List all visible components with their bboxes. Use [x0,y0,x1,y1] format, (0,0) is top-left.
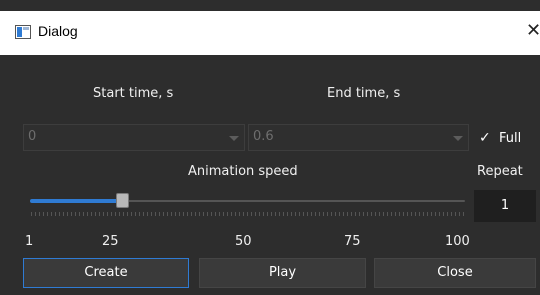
scale-label-100: 100 [445,234,470,249]
close-button[interactable]: Close [374,258,536,288]
app-window-icon [15,25,31,39]
scale-label-1: 1 [25,234,34,249]
chevron-down-icon [453,136,463,141]
scale-label-25: 25 [102,234,119,249]
end-time-value: 0.6 [253,129,274,144]
start-time-value: 0 [28,129,37,144]
slider-track-filled [30,199,120,203]
full-checkbox[interactable]: ✓ [479,131,493,145]
dialog-window: Dialog ✕ Start time, s End time, s 0 0.6… [0,0,540,295]
animation-speed-label: Animation speed [188,164,298,179]
end-time-combo[interactable]: 0.6 [248,124,469,151]
repeat-spinbox[interactable]: 1 [474,190,536,222]
chevron-down-icon [229,136,239,141]
app-icon-bar [23,27,29,30]
start-time-combo[interactable]: 0 [23,124,245,151]
start-time-label: Start time, s [93,86,174,101]
repeat-label: Repeat [477,164,523,179]
play-button[interactable]: Play [199,258,366,288]
slider-track-empty[interactable] [126,200,465,202]
end-time-label: End time, s [327,86,401,101]
close-icon[interactable]: ✕ [526,21,540,41]
create-button[interactable]: Create [23,258,189,288]
app-icon-pane [17,27,22,37]
slider-handle[interactable] [116,193,129,208]
window-title: Dialog [38,23,78,39]
full-checkbox-label[interactable]: Full [499,131,521,146]
title-bar: Dialog ✕ [0,11,540,55]
scale-label-50: 50 [235,234,252,249]
slider-ticks [31,212,465,216]
scale-label-75: 75 [344,234,361,249]
